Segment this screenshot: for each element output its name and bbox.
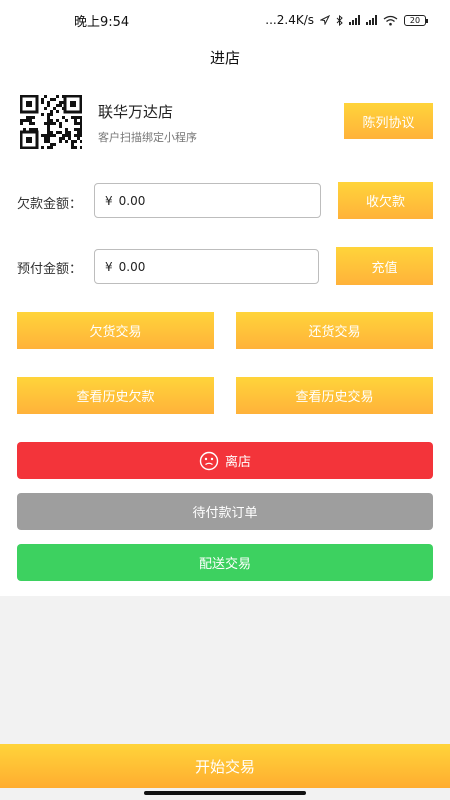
status-indicators: ...2.4K/s 20	[265, 13, 428, 27]
status-time: 晚上9:54	[74, 14, 130, 30]
network-speed: ...2.4K/s	[265, 13, 314, 27]
collect-debt-button[interactable]: 收欠款	[338, 182, 433, 219]
return-trade-button[interactable]: 还货交易	[236, 312, 433, 349]
location-arrow-icon	[320, 15, 330, 25]
signal-icon-2	[366, 15, 377, 25]
leave-face-icon	[199, 451, 219, 470]
delivery-trade-button[interactable]: 配送交易	[17, 544, 433, 581]
prepaid-currency: ¥	[105, 259, 113, 274]
pending-orders-label: 待付款订单	[192, 506, 258, 521]
store-name: 联华万达店	[98, 103, 174, 121]
history-trade-button[interactable]: 查看历史交易	[236, 377, 433, 414]
debt-amount-input[interactable]	[118, 193, 269, 208]
display-agreement-button[interactable]: 陈列协议	[344, 103, 433, 139]
home-indicator[interactable]	[144, 791, 306, 795]
pending-orders-button[interactable]: 待付款订单	[17, 493, 433, 530]
signal-icon	[349, 15, 360, 25]
prepaid-amount-field[interactable]: ¥	[94, 249, 319, 284]
credit-trade-button[interactable]: 欠货交易	[17, 312, 214, 349]
debt-amount-field[interactable]: ¥	[94, 183, 321, 218]
qr-code-icon[interactable]	[20, 95, 82, 149]
recharge-button[interactable]: 充值	[336, 247, 433, 285]
prepaid-amount-input[interactable]	[118, 259, 269, 274]
start-trade-label: 开始交易	[194, 757, 255, 776]
leave-store-button[interactable]: 离店	[17, 442, 433, 479]
start-trade-button[interactable]: 开始交易	[0, 744, 450, 788]
store-subtitle: 客户扫描绑定小程序	[98, 131, 197, 144]
bluetooth-icon	[336, 14, 343, 26]
prepaid-label: 预付金额：	[17, 262, 83, 277]
delivery-trade-label: 配送交易	[198, 557, 251, 572]
history-debt-button[interactable]: 查看历史欠款	[17, 377, 214, 414]
leave-store-label: 离店	[224, 455, 251, 470]
nav-bar: 进店	[0, 40, 450, 74]
debt-label: 欠款金额：	[17, 197, 83, 212]
debt-currency: ¥	[105, 193, 113, 208]
store-panel: 联华万达店 客户扫描绑定小程序 陈列协议 欠款金额： ¥ 收欠款 预付金额： ¥…	[0, 74, 450, 596]
status-bar: 晚上9:54 ...2.4K/s 20	[0, 0, 450, 40]
battery-icon: 20	[404, 14, 428, 26]
wifi-icon	[383, 15, 398, 25]
page-title: 进店	[209, 48, 240, 67]
